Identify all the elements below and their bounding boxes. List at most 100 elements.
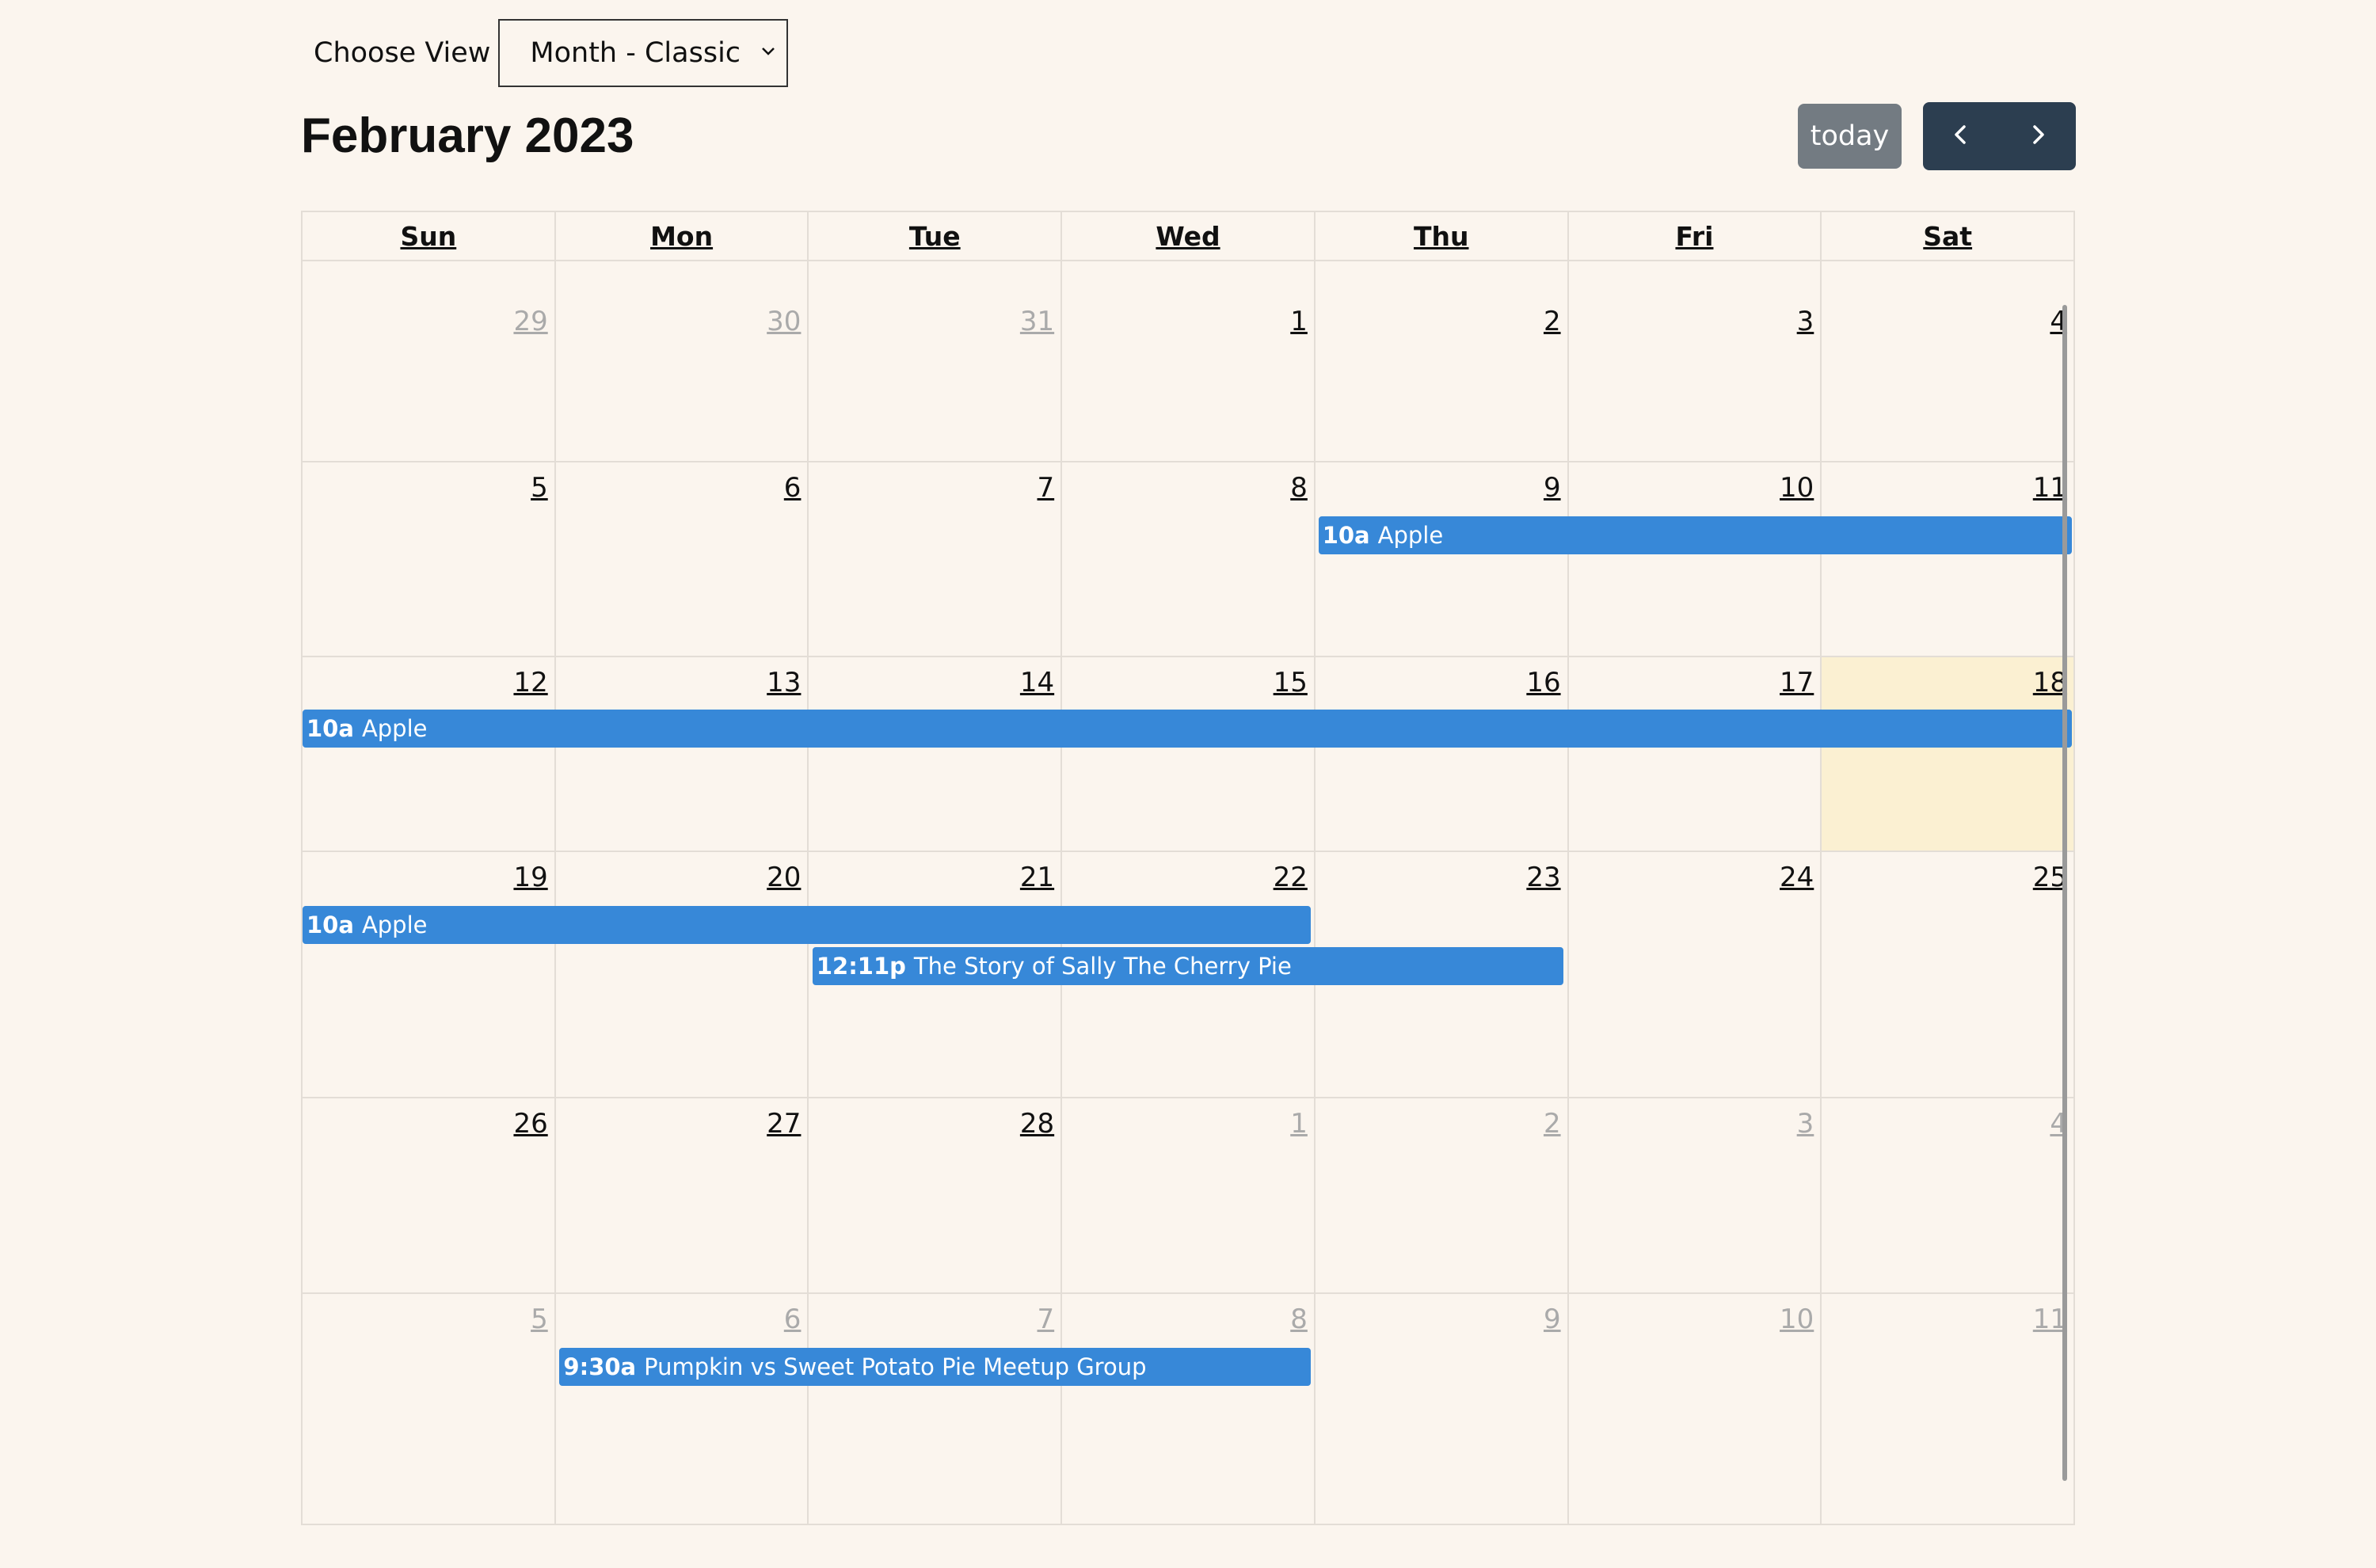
day-cell[interactable]: 1 <box>1062 261 1316 461</box>
day-cell[interactable]: 20 <box>556 852 809 1097</box>
day-cell[interactable]: 14 <box>809 657 1062 851</box>
day-number-link[interactable]: 8 <box>1290 472 1308 504</box>
day-cell[interactable]: 11 <box>1822 462 2073 656</box>
day-number-link[interactable]: 8 <box>1290 1303 1308 1335</box>
day-number-link[interactable]: 7 <box>1038 472 1055 504</box>
day-number-link[interactable]: 6 <box>784 1303 802 1335</box>
day-number-link[interactable]: 2 <box>1544 306 1561 337</box>
day-cell[interactable]: 27 <box>556 1098 809 1292</box>
day-cell[interactable]: 25 <box>1822 852 2073 1097</box>
day-cell[interactable]: 1 <box>1062 1098 1316 1292</box>
day-cell[interactable]: 9 <box>1316 462 1569 656</box>
day-number-link[interactable]: 5 <box>531 1303 548 1335</box>
day-number-link[interactable]: 26 <box>513 1108 547 1140</box>
day-cell[interactable]: 7 <box>809 462 1062 656</box>
day-cell[interactable]: 19 <box>303 852 556 1097</box>
day-number-link[interactable]: 10 <box>1780 1303 1814 1335</box>
day-cell[interactable]: 24 <box>1569 852 1822 1097</box>
day-number-link[interactable]: 10 <box>1780 472 1814 504</box>
day-cell[interactable]: 26 <box>303 1098 556 1292</box>
day-number-link[interactable]: 17 <box>1780 667 1814 698</box>
day-number-link[interactable]: 6 <box>784 472 802 504</box>
view-chooser-label: Choose View <box>314 37 490 69</box>
week-row: 5 6 7 8 9 1011 <box>303 462 2073 657</box>
day-cell[interactable]: 29 <box>303 261 556 461</box>
day-cell[interactable]: 3 <box>1569 1098 1822 1292</box>
prev-button[interactable] <box>1923 102 2000 170</box>
day-number-link[interactable]: 9 <box>1544 1303 1561 1335</box>
day-number-link[interactable]: 1 <box>1290 1108 1308 1140</box>
day-cell[interactable]: 8 <box>1062 462 1316 656</box>
day-number-link[interactable]: 30 <box>767 306 801 337</box>
day-number-link[interactable]: 28 <box>1020 1108 1054 1140</box>
day-cell[interactable]: 28 <box>809 1098 1062 1292</box>
page-title: February 2023 <box>301 105 634 168</box>
dow-mon[interactable]: Mon <box>556 212 809 260</box>
day-cell[interactable]: 6 <box>556 1294 809 1524</box>
day-number-link[interactable]: 5 <box>531 472 548 504</box>
day-cell[interactable]: 31 <box>809 261 1062 461</box>
scrollbar-thumb[interactable] <box>2062 305 2067 1481</box>
day-cell[interactable]: 15 <box>1062 657 1316 851</box>
day-cell[interactable]: 13 <box>556 657 809 851</box>
day-cell[interactable]: 16 <box>1316 657 1569 851</box>
event-bar[interactable]: 10aApple <box>303 710 2072 748</box>
day-cell[interactable]: 6 <box>556 462 809 656</box>
day-number-link[interactable]: 19 <box>513 862 547 893</box>
day-number-link[interactable]: 16 <box>1526 667 1560 698</box>
day-number-link[interactable]: 31 <box>1020 306 1054 337</box>
day-cell[interactable]: 30 <box>556 261 809 461</box>
day-cell[interactable]: 3 <box>1569 261 1822 461</box>
day-number-link[interactable]: 24 <box>1780 862 1814 893</box>
dow-fri[interactable]: Fri <box>1569 212 1822 260</box>
day-number-link[interactable]: 21 <box>1020 862 1054 893</box>
day-cell[interactable]: 4 <box>1822 1098 2073 1292</box>
day-number-link[interactable]: 15 <box>1274 667 1308 698</box>
day-cell[interactable]: 7 <box>809 1294 1062 1524</box>
day-number-link[interactable]: 7 <box>1038 1303 1055 1335</box>
day-number-link[interactable]: 2 <box>1544 1108 1561 1140</box>
day-cell[interactable]: 17 <box>1569 657 1822 851</box>
view-select[interactable]: Month - Classic <box>498 19 788 87</box>
day-cell[interactable]: 11 <box>1822 1294 2073 1524</box>
day-cell[interactable]: 8 <box>1062 1294 1316 1524</box>
day-cell[interactable]: 12 <box>303 657 556 851</box>
dow-thu[interactable]: Thu <box>1316 212 1569 260</box>
day-number-link[interactable]: 20 <box>767 862 801 893</box>
event-bar[interactable]: 9:30aPumpkin vs Sweet Potato Pie Meetup … <box>559 1348 1310 1386</box>
day-cell-today[interactable]: 18 <box>1822 657 2073 851</box>
next-button[interactable] <box>2000 102 2077 170</box>
event-title: The Story of Sally The Cherry Pie <box>914 953 1292 980</box>
day-number-link[interactable]: 12 <box>513 667 547 698</box>
day-cell[interactable]: 5 <box>303 1294 556 1524</box>
day-number-link[interactable]: 23 <box>1526 862 1560 893</box>
day-number-link[interactable]: 9 <box>1544 472 1561 504</box>
day-cell[interactable]: 2 <box>1316 1098 1569 1292</box>
day-cell[interactable]: 10 <box>1569 462 1822 656</box>
day-cell[interactable]: 5 <box>303 462 556 656</box>
day-cell[interactable]: 2 <box>1316 261 1569 461</box>
event-bar[interactable]: 12:11pThe Story of Sally The Cherry Pie <box>813 947 1563 985</box>
day-number-link[interactable]: 14 <box>1020 667 1054 698</box>
dow-tue[interactable]: Tue <box>809 212 1062 260</box>
day-number-link[interactable]: 3 <box>1797 1108 1814 1140</box>
day-cell[interactable]: 9 <box>1316 1294 1569 1524</box>
day-number-link[interactable]: 29 <box>513 306 547 337</box>
week-row: 12 13 14 15 16 17 18 <box>303 657 2073 852</box>
day-number-link[interactable]: 27 <box>767 1108 801 1140</box>
day-number-link[interactable]: 3 <box>1797 306 1814 337</box>
event-bar[interactable]: 10aApple <box>303 906 1311 944</box>
calendar-page: Choose View Month - Classic February 202… <box>0 0 2376 1568</box>
event-title: Apple <box>362 911 428 938</box>
day-number-link[interactable]: 13 <box>767 667 801 698</box>
day-cell[interactable]: 10 <box>1569 1294 1822 1524</box>
day-cell[interactable]: 4 <box>1822 261 2073 461</box>
dow-wed[interactable]: Wed <box>1062 212 1316 260</box>
day-number-link[interactable]: 22 <box>1274 862 1308 893</box>
event-bar[interactable]: 10aApple <box>1319 516 2072 554</box>
event-title: Pumpkin vs Sweet Potato Pie Meetup Group <box>644 1353 1146 1380</box>
dow-sat[interactable]: Sat <box>1822 212 2073 260</box>
today-button[interactable]: today <box>1798 104 1902 169</box>
dow-sun[interactable]: Sun <box>303 212 556 260</box>
day-number-link[interactable]: 1 <box>1290 306 1308 337</box>
